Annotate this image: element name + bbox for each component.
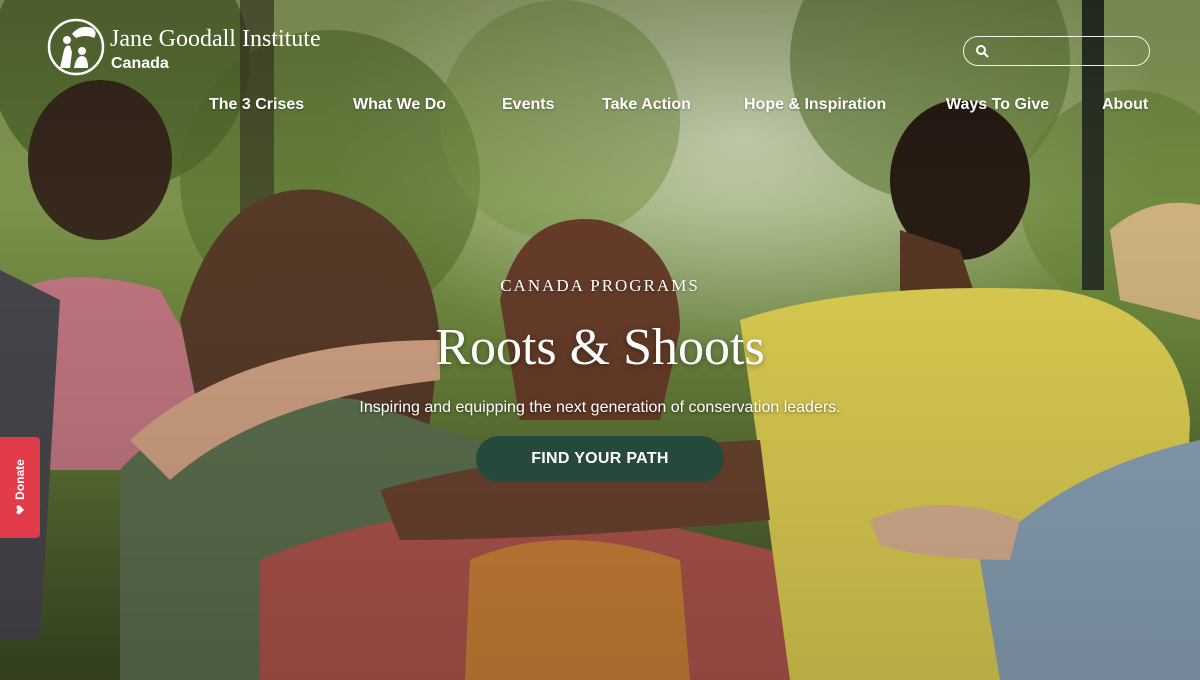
search-input[interactable] — [996, 41, 1140, 63]
find-your-path-button[interactable]: FIND YOUR PATH — [476, 436, 724, 482]
hero-eyebrow: CANADA PROGRAMS — [500, 276, 700, 295]
donate-tab-content: Donate — [13, 459, 27, 515]
nav-item-what-we-do[interactable]: What We Do — [353, 94, 446, 116]
search-box[interactable] — [963, 36, 1150, 66]
chimp-and-person-silhouette-icon — [47, 18, 105, 76]
nav-item-events[interactable]: Events — [502, 94, 554, 116]
donate-label: Donate — [13, 459, 27, 500]
nav-item-ways-to-give[interactable]: Ways To Give — [946, 94, 1049, 116]
nav-item-the-3-crises[interactable]: The 3 Crises — [209, 94, 304, 116]
search-icon[interactable] — [975, 44, 989, 58]
nav-item-take-action[interactable]: Take Action — [602, 94, 691, 116]
hero-tagline: Inspiring and equipping the next generat… — [359, 399, 841, 416]
hero-section: Jane Goodall Institute Canada The 3 Cris… — [0, 0, 1200, 680]
site-logo[interactable]: Jane Goodall Institute Canada — [46, 16, 366, 86]
nav-item-about[interactable]: About — [1102, 94, 1148, 116]
logo-title: Jane Goodall Institute — [110, 26, 321, 52]
hero-title: Roots & Shoots — [435, 319, 765, 376]
main-navigation: The 3 Crises What We Do Events Take Acti… — [0, 94, 1200, 118]
heart-icon — [16, 505, 24, 515]
nav-item-hope-inspiration[interactable]: Hope & Inspiration — [744, 94, 886, 116]
donate-tab[interactable]: Donate — [0, 437, 40, 538]
logo-subtitle: Canada — [111, 55, 169, 72]
